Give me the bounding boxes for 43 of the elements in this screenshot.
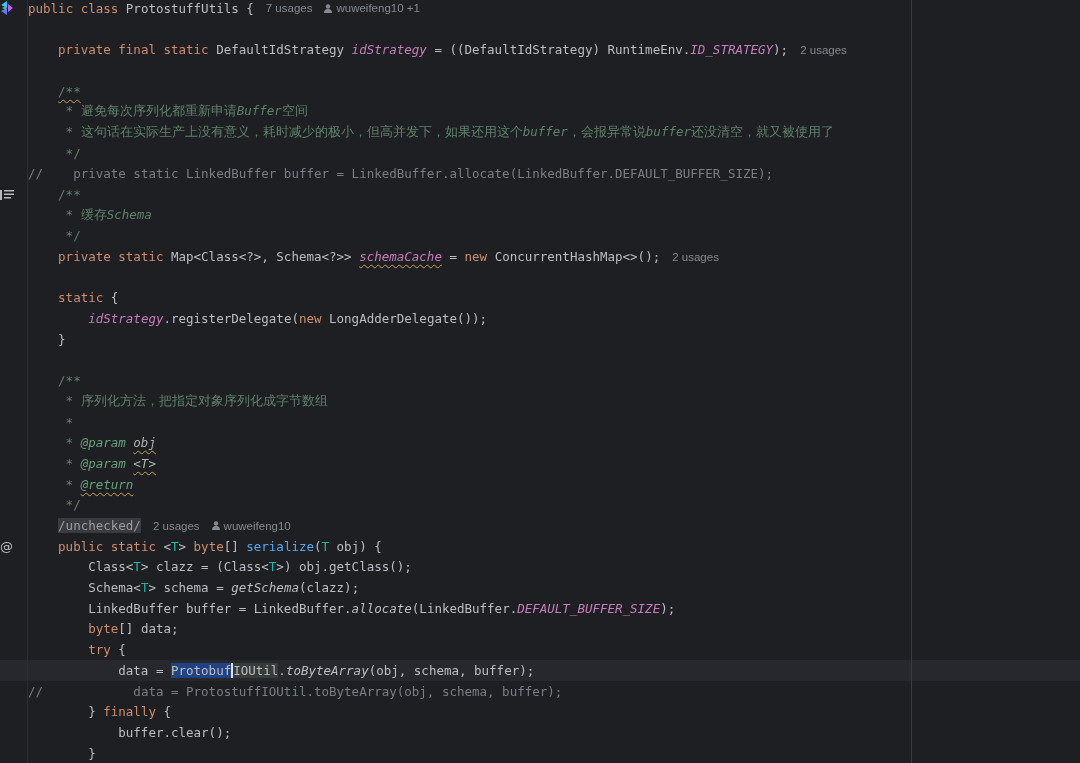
code-line: byte[] data; (87, 621, 179, 637)
code-line: * @return (64, 476, 135, 492)
author-hint[interactable]: wuweifeng10 +1 (324, 2, 420, 15)
code-line: * 这句话在实际生产上没有意义，耗时减少的极小，但高并发下，如果还用这个buffer，会报异常说buffer还没清空，就又被使用了 (64, 123, 834, 141)
person-icon (324, 3, 333, 13)
code-line: /** (57, 83, 81, 99)
list-icon[interactable] (0, 188, 14, 201)
usages-hint[interactable]: 2 usages (800, 43, 847, 56)
code-line: */ (64, 145, 81, 161)
code-line: /** (57, 187, 81, 203)
code-line: * (64, 414, 74, 430)
code-line: } (87, 745, 96, 761)
code-line: idStrategy.registerDelegate(new LongAdderDelegate()); (87, 311, 488, 327)
code-line: private static Map<Class<?>, Schema<?>> schemaCache = new ConcurrentHashMap<>(); (57, 249, 661, 265)
code-line: } finally { (87, 704, 171, 720)
code-line: static { (57, 290, 119, 306)
code-line: Class<T> clazz = (Class<T>) obj.getClass(); (87, 559, 412, 575)
code-line: buffer.clear(); (117, 724, 232, 740)
code-line: } (57, 331, 66, 347)
author-hint[interactable]: wuweifeng10 (211, 519, 291, 532)
usages-hint[interactable]: 2 usages (672, 250, 719, 263)
commented-code-line: // private static LinkedBuffer buffer = LinkedBuffer.allocate(LinkedBuffer.DEFAULT_BUFFER_SIZE); (28, 166, 774, 182)
person-icon (211, 521, 220, 531)
code-line: * 缓存Schema (64, 206, 152, 224)
code-line: */ (64, 228, 81, 244)
commented-code-line: // data = ProtostuffIOUtil.toByteArray(obj, schema, buffer); (28, 683, 563, 699)
override-marker[interactable]: @ (0, 538, 13, 554)
code-line: * @param <T> (64, 455, 156, 471)
code-line: public static <T> byte[] serialize(T obj) { (57, 538, 382, 554)
logo-icon[interactable] (0, 0, 14, 17)
code-line: try { (87, 642, 126, 658)
code-line: * 序列化方法，把指定对象序列化成字节数组 (64, 392, 328, 410)
code-line: * @param obj (64, 435, 156, 451)
code-line: * 避免每次序列化都重新申请Buffer空间 (64, 103, 308, 121)
code-line: Schema<T> schema = getSchema(clazz); (87, 580, 360, 596)
usages-hint[interactable]: 2 usages (152, 519, 200, 532)
code-line: data = Protobuf IOUtil.toByteArray(obj, schema, buffer); (117, 662, 535, 678)
code-line: public class ProtostuffUtils { (28, 0, 254, 16)
code-line: private final static DefaultIdStrategy idStrategy = ((DefaultIdStrategy) RuntimeEnv.ID_STRATEGY); (57, 42, 789, 58)
code-line: LinkedBuffer buffer = LinkedBuffer.allocate(LinkedBuffer.DEFAULT_BUFFER_SIZE); (87, 600, 676, 616)
code-line: /** (57, 373, 81, 389)
code-line: */ (64, 497, 81, 513)
usages-hint[interactable]: 7 usages (265, 2, 313, 15)
